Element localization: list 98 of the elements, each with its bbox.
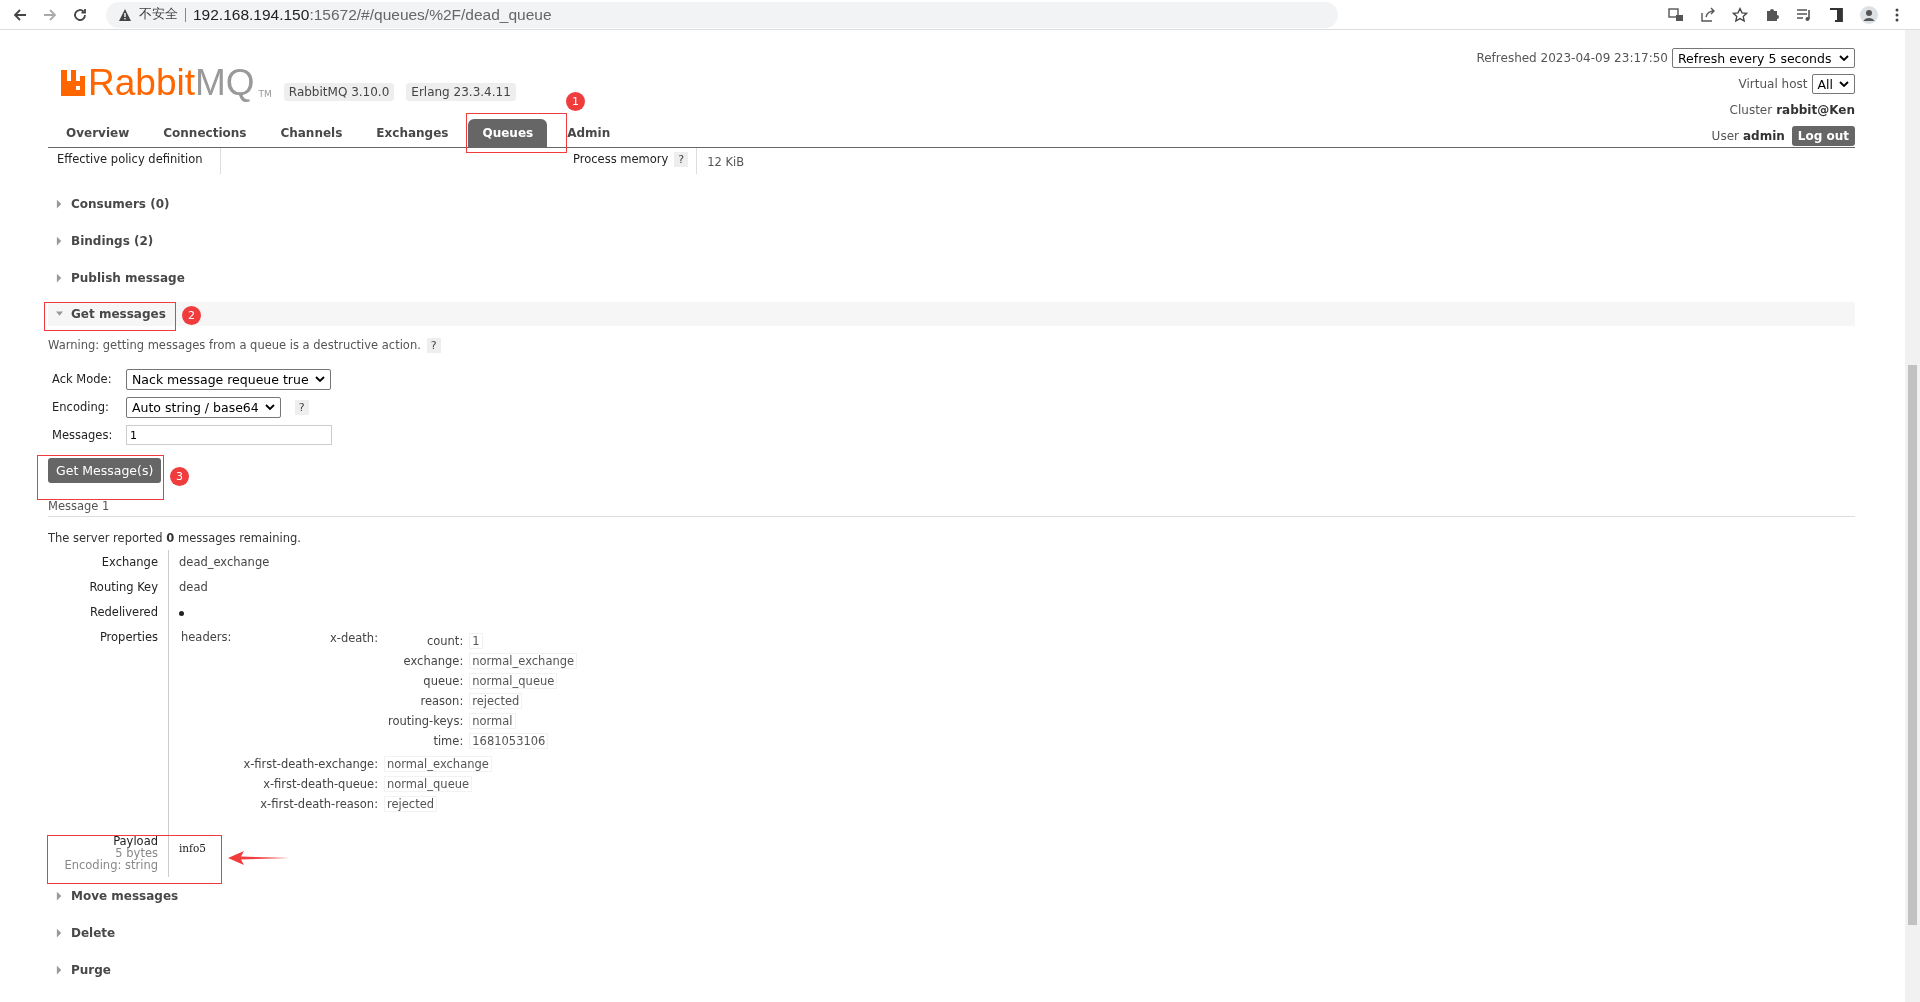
address-bar[interactable]: 不安全 192.168.194.150:15672/#/queues/%2F/dead_queue (106, 1, 1338, 28)
refreshed-time: Refreshed 2023-04-09 23:17:50 (1476, 51, 1668, 65)
cluster-name: rabbit@Ken (1776, 103, 1855, 117)
property-key: queue: (423, 674, 464, 688)
warning-icon (118, 7, 132, 22)
triangle-icon (56, 927, 63, 938)
nav-tab[interactable]: Channels (266, 119, 357, 147)
messages-input[interactable]: 1 (126, 425, 332, 445)
field-label: Routing Key (48, 575, 169, 600)
caret-icon (264, 404, 275, 410)
triangle-icon (56, 309, 63, 319)
property-value: normal_queue (469, 673, 558, 689)
property-value: rejected (469, 693, 523, 709)
caret-icon (314, 376, 325, 382)
warning-text: Warning: getting messages from a queue is a destructive action. (48, 338, 421, 352)
field-label: Redelivered (48, 600, 169, 625)
property-key: headers: (181, 630, 232, 644)
back-icon[interactable] (12, 6, 28, 23)
property-key: count: (426, 634, 464, 648)
logout-button[interactable]: Log out (1791, 126, 1855, 146)
nav-tab[interactable]: Queues (468, 119, 548, 147)
property-key: x-first-death-queue: (263, 777, 378, 791)
caret-icon (1839, 81, 1849, 87)
ack-mode-select[interactable]: Nack message requeue true (126, 368, 331, 390)
encoding-label: Encoding: (51, 400, 110, 414)
security-label: 不安全 (139, 6, 178, 23)
property-value: rejected (384, 796, 438, 812)
field-value: dead_exchange (179, 555, 270, 569)
memory-label: Process memory (573, 152, 669, 166)
memory-value: 12 KiB (707, 155, 745, 169)
triangle-icon (56, 198, 63, 209)
payload-size: 5 bytes (115, 847, 158, 859)
remaining-text: The server reported 0 messages remaining. (48, 531, 302, 545)
field-value: dead (179, 580, 208, 594)
section-toggle[interactable]: Publish message (48, 270, 185, 285)
profile-icon[interactable] (1860, 5, 1878, 24)
property-value: normal (469, 713, 516, 729)
property-key: time: (433, 734, 464, 748)
property-key: exchange: (403, 654, 464, 668)
nav-tab[interactable]: Connections (149, 119, 261, 147)
scrollbar[interactable] (1905, 30, 1920, 1002)
section-toggle[interactable]: Bindings (2) (48, 233, 154, 248)
caret-icon (1839, 55, 1849, 61)
reload-icon[interactable] (72, 6, 88, 23)
translate-icon[interactable] (1668, 6, 1684, 23)
property-value: 1681053106 (469, 733, 549, 749)
step-badge: 3 (170, 467, 189, 486)
triangle-icon (56, 235, 63, 246)
triangle-icon (56, 964, 63, 975)
payload-encoding: Encoding: string (63, 859, 158, 871)
playlist-icon[interactable] (1796, 6, 1812, 23)
virtual-host-label: Virtual host (1738, 77, 1808, 91)
payload-label: Payload (112, 835, 158, 847)
section-toggle[interactable]: Consumers (0) (48, 196, 170, 211)
property-key: x-first-death-exchange: (243, 757, 378, 771)
section-toggle[interactable]: Purge (48, 962, 111, 977)
url-text: 192.168.194.150:15672/#/queues/%2F/dead_queue (193, 5, 552, 24)
version-label: RabbitMQ 3.10.0 (283, 83, 395, 101)
property-key: x-death: (329, 631, 378, 645)
property-key: routing-keys: (388, 714, 464, 728)
sidebar-icon[interactable] (1828, 6, 1844, 23)
policy-label: Effective policy definition (57, 152, 204, 166)
help-button[interactable]: ? (294, 399, 309, 415)
refresh-select[interactable]: Refresh every 5 seconds (1672, 48, 1855, 68)
user-name: admin (1742, 129, 1785, 143)
triangle-icon (56, 890, 63, 901)
messages-label: Messages: (51, 428, 114, 442)
user-label: User (1711, 129, 1739, 143)
star-icon[interactable] (1732, 6, 1748, 23)
property-value: 1 (469, 633, 483, 649)
version-label: Erlang 23.3.4.11 (406, 83, 516, 101)
step-badge: 1 (566, 92, 585, 111)
virtual-host-select[interactable]: All (1811, 74, 1855, 94)
message-heading: Message 1 (48, 499, 1855, 517)
help-button[interactable]: ? (674, 152, 689, 167)
share-icon[interactable] (1700, 6, 1716, 23)
property-key: reason: (420, 694, 464, 708)
nav-tab[interactable]: Overview (52, 119, 144, 147)
property-value: normal_queue (384, 776, 473, 792)
cluster-label: Cluster (1729, 103, 1773, 117)
property-value: normal_exchange (469, 653, 578, 669)
payload-value: info5 (179, 842, 206, 854)
section-toggle[interactable]: Delete (48, 925, 116, 940)
menu-icon[interactable] (1894, 6, 1900, 23)
help-button[interactable]: ? (426, 337, 441, 353)
nav-tab[interactable]: Exchanges (362, 119, 463, 147)
section-toggle[interactable]: Get messages (48, 307, 166, 321)
puzzle-icon[interactable] (1764, 6, 1780, 23)
field-label: Properties (48, 625, 169, 817)
property-key: x-first-death-reason: (260, 797, 378, 811)
nav-tab[interactable]: Admin (553, 119, 625, 147)
property-value: normal_exchange (384, 756, 492, 772)
field-label: Exchange (48, 550, 169, 575)
triangle-icon (56, 272, 63, 283)
section-toggle[interactable]: Move messages (48, 888, 179, 903)
get-messages-button[interactable]: Get Message(s) (48, 458, 162, 483)
ack-mode-label: Ack Mode: (51, 372, 113, 386)
encoding-select[interactable]: Auto string / base64 (126, 396, 281, 418)
